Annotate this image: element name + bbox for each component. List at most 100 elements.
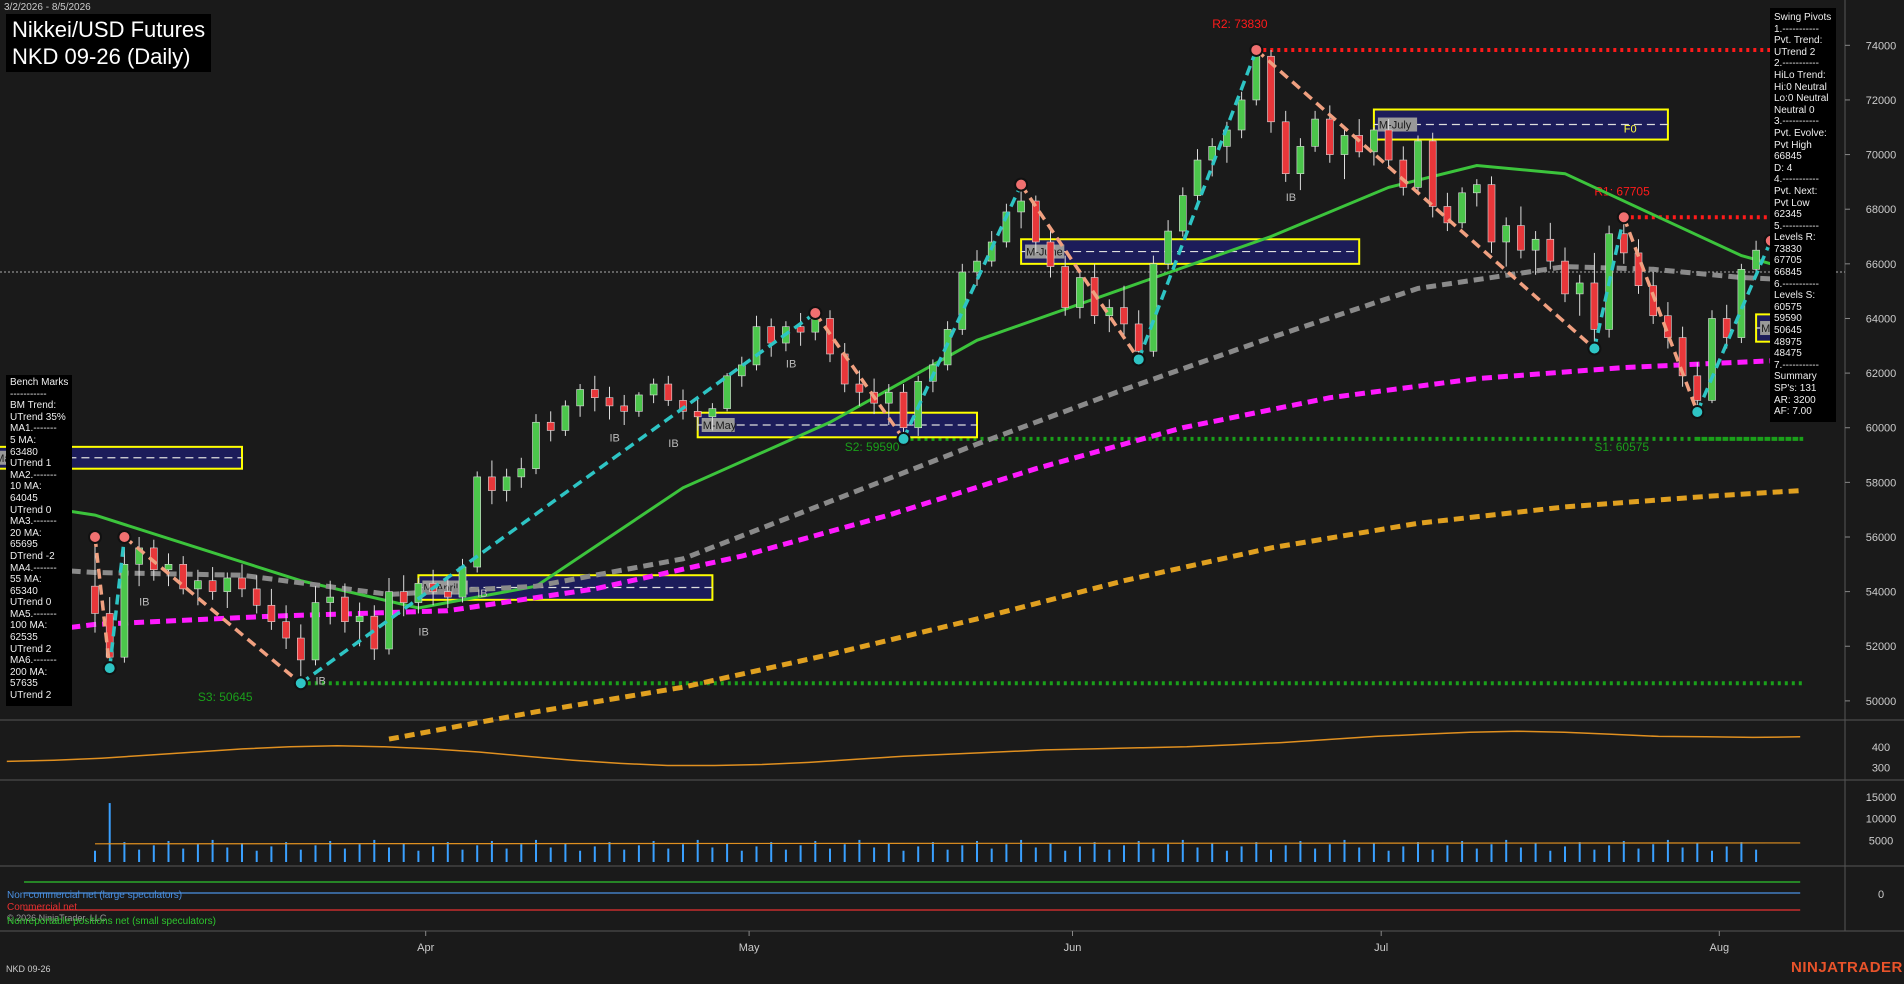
pivot-marker-high: [1616, 210, 1631, 225]
candle-body: [1473, 184, 1481, 194]
candle-body: [767, 326, 776, 344]
annotation-label: IB: [139, 596, 149, 608]
candle-body: [752, 326, 761, 366]
footer-symbol: NKD 09-26: [6, 964, 51, 974]
cot-commercial-label: Commercial net: [7, 902, 78, 913]
candle-body: [826, 318, 834, 355]
candle-body: [546, 421, 555, 431]
candle-body: [811, 318, 820, 333]
price-tick-label: 62000: [1866, 368, 1897, 380]
cot-noncommercial-label: Non-commercial net (large speculators): [7, 890, 183, 901]
candle-body: [1193, 159, 1202, 196]
pivot-marker-high: [1014, 177, 1029, 192]
pivot-marker-low: [1690, 405, 1705, 420]
candle-body: [855, 383, 864, 393]
candle-body: [635, 394, 643, 412]
month-label: Aug: [1710, 942, 1730, 954]
candle-body: [1296, 146, 1305, 174]
price-tick-label: 56000: [1866, 532, 1897, 544]
candle-body: [973, 260, 981, 273]
candle-body: [311, 602, 320, 661]
candle-body: [385, 591, 393, 650]
candle-body: [473, 476, 482, 568]
candle-body: [561, 405, 570, 431]
level-label: S1: 60575: [1594, 440, 1649, 454]
candle-body: [1517, 225, 1525, 251]
level-label: S3: 50645: [198, 690, 253, 704]
candle-body: [590, 389, 599, 398]
candle-body: [267, 604, 276, 622]
candle-body: [120, 564, 129, 658]
candle-body: [1061, 266, 1069, 308]
level-label: R2: 73830: [1212, 17, 1268, 31]
candle-body: [326, 596, 335, 603]
pivot-marker-low: [896, 431, 911, 446]
candle-body: [1634, 252, 1643, 286]
ninjatrader-logo: NINJATRADER: [1791, 959, 1903, 976]
price-tick-label: 66000: [1866, 259, 1897, 271]
candle-body: [1120, 307, 1128, 325]
candle-body: [341, 596, 349, 622]
month-label: Apr: [417, 942, 434, 954]
atr-line: [6, 730, 1801, 767]
annotation-label: IB: [668, 438, 678, 450]
candle-body: [1252, 55, 1261, 101]
cot-tick-label: 0: [1878, 889, 1884, 901]
candle-body: [1281, 121, 1290, 174]
candle-body: [1370, 129, 1378, 153]
candle-body: [91, 585, 99, 614]
swing-line-up: [1137, 49, 1258, 361]
candle-body: [1575, 282, 1584, 295]
candle-body: [899, 391, 908, 429]
annotation-label: F0: [1624, 124, 1637, 136]
candle-body: [1237, 99, 1246, 131]
chart-root: 50000 52000 54000 56000 58000 60000 62000 64000…: [0, 0, 1904, 979]
candle-body: [1032, 200, 1040, 243]
candle-body: [605, 397, 614, 407]
candle-body: [502, 476, 511, 491]
candle-body: [1531, 238, 1540, 251]
candle-body: [1134, 323, 1143, 352]
price-tick-label: 58000: [1866, 477, 1897, 489]
price-tick-label: 54000: [1866, 587, 1897, 599]
price-chart[interactable]: 5000052000540005600058000600006200064000…: [0, 0, 1904, 979]
volume-tick-label: 10000: [1866, 814, 1897, 826]
price-tick-label: 64000: [1866, 313, 1897, 325]
price-tick-label: 68000: [1866, 204, 1897, 216]
swing-line-down: [1622, 216, 1699, 413]
candle-body: [1311, 118, 1319, 147]
candle-body: [252, 588, 261, 606]
candle-body: [1046, 241, 1055, 267]
candle-body: [296, 637, 305, 661]
candle-body: [1384, 129, 1393, 161]
price-tick-label: 50000: [1866, 696, 1897, 708]
price-tick-label: 74000: [1866, 40, 1897, 52]
candle-body: [179, 564, 187, 590]
monthly-zone-label: M-July: [1379, 120, 1412, 132]
candle-body: [517, 468, 526, 478]
candle-body: [488, 476, 496, 491]
chart-title: Nikkei/USD Futures NKD 09-26 (Daily): [6, 14, 212, 72]
monthly-zone-label: M-May: [703, 420, 737, 432]
candle-body: [458, 566, 467, 598]
candle-body: [649, 383, 658, 396]
candle-body: [1561, 260, 1569, 295]
date-range: 3/2/2026 - 8/5/2026: [4, 2, 91, 13]
pivot-marker-high: [1249, 42, 1264, 57]
candle-body: [282, 621, 290, 639]
annotation-label: IB: [477, 588, 487, 600]
month-label: Jun: [1064, 942, 1082, 954]
candle-body: [1414, 140, 1422, 188]
candle-body: [1590, 282, 1599, 330]
contract-name: NKD 09-26 (Daily): [12, 44, 191, 69]
month-label: Jul: [1374, 942, 1388, 954]
price-tick-label: 70000: [1866, 150, 1897, 162]
candle-body: [1179, 195, 1187, 232]
swing-pivots-panel: Swing Pivots 1.----------- Pvt. Trend: U…: [1770, 8, 1836, 422]
candle-body: [576, 389, 584, 407]
candle-body: [620, 405, 629, 412]
candle-body: [208, 580, 217, 592]
moving-average-line: [388, 488, 1801, 742]
candle-body: [1458, 192, 1466, 224]
candle-body: [1546, 238, 1555, 262]
